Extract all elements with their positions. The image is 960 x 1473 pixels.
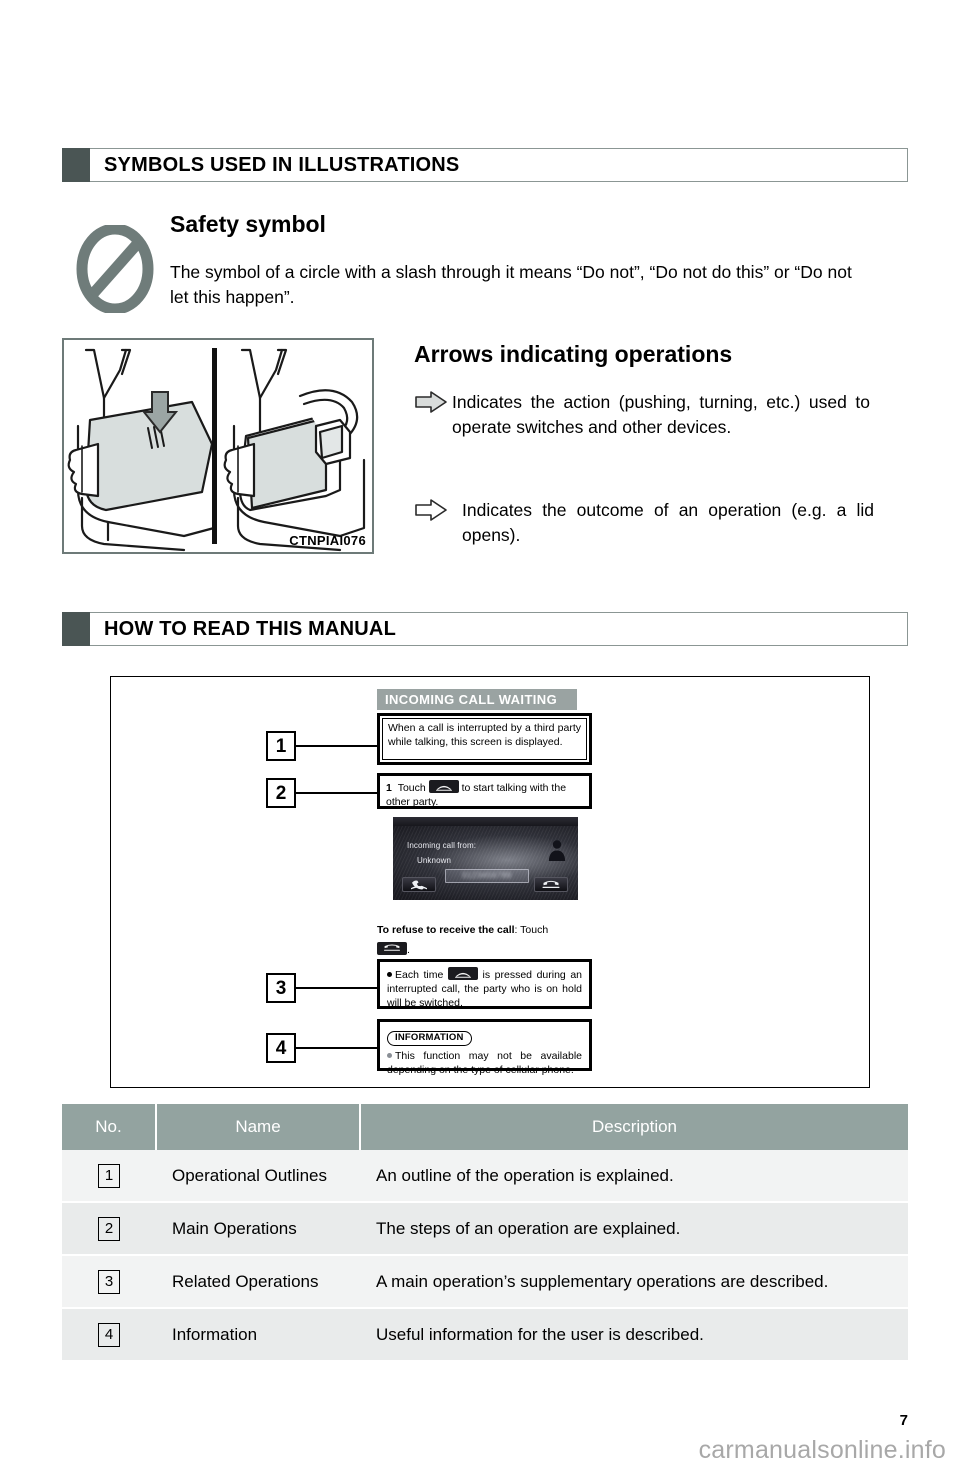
page-number: 7 [899,1412,908,1429]
section-title-text: SYMBOLS USED IN ILLUSTRATIONS [104,153,460,176]
related-operation-pre: Each time [395,969,444,981]
row-number-cell: 2 [62,1202,156,1256]
leader-line-1 [296,745,377,747]
filled-right-arrow-icon [414,390,448,441]
operational-outline-text: When a call is interrupted by a third pa… [388,722,581,748]
main-operation-pre: Touch [397,782,426,794]
row-name-cell: Operational Outlines [156,1150,360,1203]
caller-name: Unknown [417,856,452,865]
information-body: This function may not be available depen… [387,1050,582,1077]
console-lid-illustration: CTNPIAI076 [62,338,374,554]
table-row: 1 Operational Outlines An outline of the… [62,1150,908,1203]
callout-4: 4 [266,1033,296,1063]
section-title-text: HOW TO READ THIS MANUAL [104,617,396,640]
operational-outline-box: When a call is interrupted by a third pa… [377,713,592,765]
legend-table: No. Name Description 1 Operational Outli… [62,1104,908,1362]
row-number-cell: 4 [62,1308,156,1362]
row-number-cell: 1 [62,1150,156,1203]
section-marker-square [62,612,90,646]
phone-answer-icon[interactable] [428,780,459,793]
related-operation-text: Each time is pressed during an interrupt… [387,967,582,1011]
information-tag: INFORMATION [387,1031,472,1047]
prohibition-icon [76,225,154,313]
table-row: 4 Information Useful information for the… [62,1308,908,1362]
row-name-cell: Main Operations [156,1202,360,1256]
row-description-cell: A main operation’s supplementary operati… [360,1255,908,1309]
caller-number: 0123456789 [462,871,512,880]
leader-line-3 [296,987,377,989]
column-header-no: No. [62,1104,157,1150]
leader-line-2 [296,792,377,794]
caller-number-field: 0123456789 [445,869,529,883]
section-title-bar: HOW TO READ THIS MANUAL [90,612,908,646]
manual-page: SYMBOLS USED IN ILLUSTRATIONS Safety sym… [0,0,960,1473]
leader-line-4 [296,1047,377,1049]
screen-title: INCOMING CALL WAITING [377,689,577,710]
step-number: 1 [386,782,392,794]
hangup-call-button[interactable] [534,877,568,892]
row-number-cell: 3 [62,1255,156,1309]
row-number-badge: 2 [98,1216,120,1241]
callout-2: 2 [266,778,296,808]
refuse-call-rest: : Touch [514,924,549,936]
row-description-cell: The steps of an operation are explained. [360,1202,908,1256]
person-silhouette-icon [548,839,566,866]
answer-call-button[interactable] [402,877,436,892]
safety-symbol-body: The symbol of a circle with a slash thro… [170,262,852,308]
arrows-heading: Arrows indicating operations [414,341,733,367]
row-description-cell: Useful information for the user is descr… [360,1308,908,1362]
main-operation-box: 1 Touch to start talking with the other … [377,773,592,809]
row-number-badge: 4 [98,1322,120,1347]
caller-label: Incoming call from: [407,841,477,850]
safety-symbol-heading: Safety symbol [170,211,326,237]
bullet-icon [387,971,392,977]
outline-right-arrow-icon [414,498,448,549]
screen-top-bar [393,817,578,826]
arrow-item-outcome-text: Indicates the outcome of an operation (e… [462,500,874,546]
arrow-item-action: Indicates the action (pushing, turning, … [414,390,874,441]
arrow-item-outcome: Indicates the outcome of an operation (e… [414,498,874,549]
section-header-how-to-read: HOW TO READ THIS MANUAL [62,612,908,646]
information-text: This function may not be available depen… [387,1050,582,1078]
phone-call-screen: Incoming call from: Unknown 0123456789 [393,817,578,900]
phone-hangup-icon[interactable] [377,941,407,955]
table-row: 2 Main Operations The steps of an operat… [62,1202,908,1256]
callout-1: 1 [266,731,296,761]
illustration-code: CTNPIAI076 [289,533,366,548]
row-name-cell: Information [156,1308,360,1362]
table-header-row: No. Name Description [62,1104,908,1150]
section-marker-square [62,148,90,182]
bullet-icon [387,1052,392,1058]
watermark: carmanualsonline.info [698,1436,946,1464]
refuse-call-note: To refuse to receive the call: Touch . [377,922,595,959]
related-operation-box: Each time is pressed during an interrupt… [377,959,592,1009]
column-header-name: Name [156,1104,361,1150]
row-number-badge: 3 [98,1269,120,1294]
arrow-item-action-text: Indicates the action (pushing, turning, … [452,392,870,438]
information-box: INFORMATION This function may not be ava… [377,1019,592,1076]
refuse-call-bold: To refuse to receive the call [377,924,515,936]
column-header-description: Description [360,1104,908,1150]
refuse-call-period: . [407,943,410,956]
row-name-cell: Related Operations [156,1255,360,1309]
section-title-bar: SYMBOLS USED IN ILLUSTRATIONS [90,148,908,182]
phone-answer-icon[interactable] [447,967,478,980]
section-header-symbols: SYMBOLS USED IN ILLUSTRATIONS [62,148,908,182]
how-to-read-diagram: 1 2 3 4 INCOMING CALL WAITING When a cal… [110,676,870,1088]
row-description-cell: An outline of the operation is explained… [360,1150,908,1203]
callout-3: 3 [266,973,296,1003]
main-operation-text: 1 Touch to start talking with the other … [386,780,583,810]
row-number-badge: 1 [98,1163,120,1188]
table-row: 3 Related Operations A main operation’s … [62,1255,908,1309]
